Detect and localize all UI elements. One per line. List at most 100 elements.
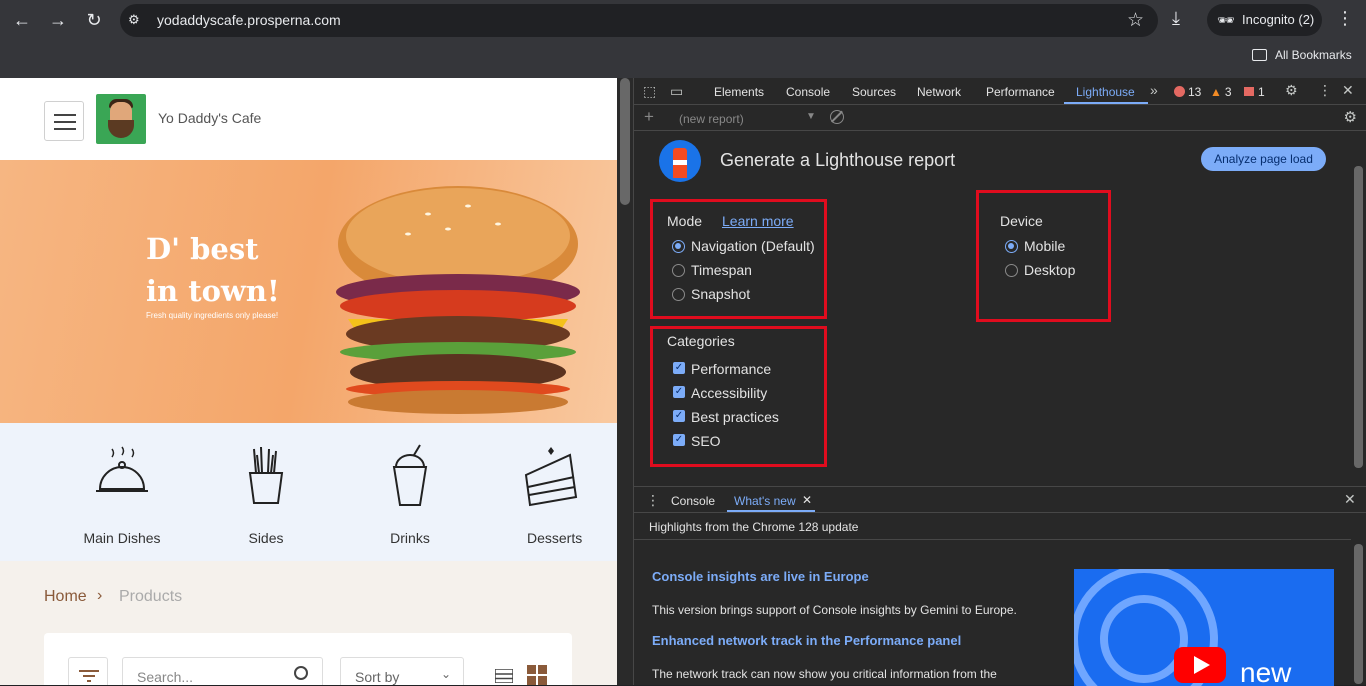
page-scrollbar[interactable] bbox=[617, 78, 633, 685]
lighthouse-scrollbar[interactable] bbox=[1351, 132, 1366, 486]
categories-label: Categories bbox=[667, 333, 735, 349]
mode-label: Mode bbox=[667, 213, 703, 229]
brand-name[interactable]: Yo Daddy's Cafe bbox=[158, 110, 261, 126]
devtools-drawer: ⋮ Console What's new ✕ ✕ Highlights from… bbox=[634, 486, 1366, 686]
inspect-element-icon[interactable]: ⬚ bbox=[643, 83, 656, 100]
category-best-practices-label[interactable]: Best practices bbox=[691, 409, 779, 425]
list-view-icon[interactable] bbox=[495, 669, 513, 683]
grid-view-icon[interactable] bbox=[527, 665, 547, 685]
learn-more-link[interactable]: Learn more bbox=[722, 213, 794, 229]
device-mobile-radio[interactable] bbox=[1005, 240, 1018, 253]
close-tab-icon[interactable]: ✕ bbox=[802, 493, 812, 507]
close-devtools-icon[interactable]: ✕ bbox=[1342, 82, 1354, 99]
category-performance-label[interactable]: Performance bbox=[691, 361, 771, 377]
scrollbar-thumb[interactable] bbox=[620, 78, 630, 205]
report-select[interactable]: (new report) bbox=[679, 112, 744, 126]
chevron-down-icon: ⌄ bbox=[440, 667, 451, 681]
category-desserts[interactable]: Desserts bbox=[495, 443, 605, 546]
scrollbar-thumb[interactable] bbox=[1354, 544, 1363, 684]
category-best-practices-checkbox[interactable]: ✓ bbox=[673, 410, 685, 422]
category-label: Main Dishes bbox=[83, 530, 161, 546]
category-seo-checkbox[interactable]: ✓ bbox=[673, 434, 685, 446]
site-info-icon[interactable]: ⚙ bbox=[128, 12, 146, 30]
lighthouse-toolbar: + (new report) ▼ ⚙ bbox=[634, 105, 1366, 131]
category-accessibility-checkbox[interactable]: ✓ bbox=[673, 386, 685, 398]
hero-title: D' best in town! bbox=[146, 228, 280, 312]
warning-count-badge[interactable]: ▲ 3 bbox=[1210, 85, 1232, 99]
divider bbox=[634, 539, 1351, 540]
bookmark-star-icon[interactable]: ☆ bbox=[1127, 9, 1144, 32]
mode-navigation-label[interactable]: Navigation (Default) bbox=[691, 238, 815, 254]
warning-icon: ▲ bbox=[1210, 85, 1222, 99]
sort-select[interactable]: Sort by ⌄ bbox=[340, 657, 464, 685]
whats-new-item-title[interactable]: Enhanced network track in the Performanc… bbox=[652, 633, 961, 648]
incognito-icon: 🕶 bbox=[1217, 12, 1235, 28]
address-bar[interactable]: ⚙ yodaddyscafe.prosperna.com ☆ bbox=[120, 4, 1158, 37]
lighthouse-logo bbox=[659, 140, 701, 182]
drawer-scrollbar[interactable] bbox=[1351, 514, 1366, 686]
search-icon[interactable] bbox=[294, 666, 308, 680]
device-desktop-label[interactable]: Desktop bbox=[1024, 262, 1075, 278]
reload-icon[interactable]: ↻ bbox=[82, 8, 106, 32]
drawer-menu-icon[interactable]: ⋮ bbox=[646, 492, 660, 509]
scrollbar-thumb[interactable] bbox=[1354, 166, 1363, 468]
report-dropdown-icon[interactable]: ▼ bbox=[806, 111, 816, 122]
device-desktop-radio[interactable] bbox=[1005, 264, 1018, 277]
new-report-plus-icon[interactable]: + bbox=[644, 107, 654, 127]
close-drawer-icon[interactable]: ✕ bbox=[1344, 491, 1356, 508]
tab-sources[interactable]: Sources bbox=[852, 85, 896, 99]
settings-gear-icon[interactable]: ⚙ bbox=[1285, 82, 1298, 99]
mode-snapshot-radio[interactable] bbox=[672, 288, 685, 301]
download-icon[interactable]: ⤓ bbox=[1172, 8, 1180, 29]
tab-performance[interactable]: Performance bbox=[986, 85, 1055, 99]
error-count-badge[interactable]: 13 bbox=[1174, 85, 1201, 99]
device-toolbar-icon[interactable]: ▭ bbox=[670, 83, 683, 100]
drawer-tab-console[interactable]: Console bbox=[671, 494, 715, 508]
lighthouse-settings-icon[interactable]: ⚙ bbox=[1344, 108, 1357, 126]
whats-new-item-title[interactable]: Console insights are live in Europe bbox=[652, 569, 869, 584]
cafe-logo[interactable] bbox=[96, 94, 146, 144]
tab-elements[interactable]: Elements bbox=[714, 85, 764, 99]
drawer-tab-whats-new[interactable]: What's new bbox=[734, 494, 796, 508]
cloche-icon bbox=[96, 446, 148, 492]
all-bookmarks-label: All Bookmarks bbox=[1275, 48, 1352, 62]
more-tabs-icon[interactable]: » bbox=[1150, 82, 1158, 98]
category-sides[interactable]: Sides bbox=[211, 443, 321, 546]
hero-banner: D' best in town! Fresh quality ingredien… bbox=[0, 160, 617, 423]
breadcrumb-home[interactable]: Home bbox=[44, 588, 87, 606]
search-input[interactable]: Search... bbox=[122, 657, 323, 685]
filter-button[interactable] bbox=[68, 657, 108, 685]
issues-count-badge[interactable]: 1 bbox=[1244, 85, 1265, 99]
mode-navigation-radio[interactable] bbox=[672, 240, 685, 253]
category-accessibility-label[interactable]: Accessibility bbox=[691, 385, 767, 401]
category-main-dishes[interactable]: Main Dishes bbox=[67, 443, 177, 546]
category-drinks[interactable]: Drinks bbox=[355, 443, 465, 546]
all-bookmarks[interactable]: All Bookmarks bbox=[1252, 48, 1352, 62]
url-text[interactable]: yodaddyscafe.prosperna.com bbox=[157, 12, 341, 28]
device-mobile-label[interactable]: Mobile bbox=[1024, 238, 1065, 254]
website-viewport: Yo Daddy's Cafe D' best in town! Fresh q… bbox=[0, 78, 617, 685]
category-seo-label[interactable]: SEO bbox=[691, 433, 721, 449]
mode-timespan-radio[interactable] bbox=[672, 264, 685, 277]
product-toolbar: Search... Sort by ⌄ bbox=[44, 633, 572, 685]
incognito-button[interactable]: 🕶 Incognito (2) bbox=[1207, 4, 1322, 36]
mode-snapshot-label[interactable]: Snapshot bbox=[691, 286, 750, 302]
browser-toolbar: ← → ↻ ⚙ yodaddyscafe.prosperna.com ☆ ⤓ 🕶… bbox=[0, 0, 1366, 78]
device-label: Device bbox=[1000, 213, 1043, 229]
mode-timespan-label[interactable]: Timespan bbox=[691, 262, 752, 278]
error-count: 13 bbox=[1188, 85, 1202, 99]
clear-reports-icon[interactable] bbox=[830, 110, 844, 124]
tab-lighthouse[interactable]: Lighthouse bbox=[1076, 85, 1135, 99]
site-header: Yo Daddy's Cafe bbox=[0, 78, 617, 160]
category-performance-checkbox[interactable]: ✓ bbox=[673, 362, 685, 374]
tab-console[interactable]: Console bbox=[786, 85, 830, 99]
analyze-page-load-button[interactable]: Analyze page load bbox=[1201, 147, 1326, 171]
whats-new-video-thumbnail[interactable]: new bbox=[1074, 569, 1334, 686]
hamburger-menu-button[interactable] bbox=[44, 101, 84, 141]
forward-icon[interactable]: → bbox=[46, 8, 70, 32]
tab-network[interactable]: Network bbox=[917, 85, 961, 99]
browser-menu-icon[interactable]: ⋮ bbox=[1336, 8, 1354, 29]
incognito-label: Incognito (2) bbox=[1242, 12, 1315, 27]
back-icon[interactable]: ← bbox=[10, 8, 34, 32]
devtools-menu-icon[interactable]: ⋮ bbox=[1318, 82, 1332, 99]
